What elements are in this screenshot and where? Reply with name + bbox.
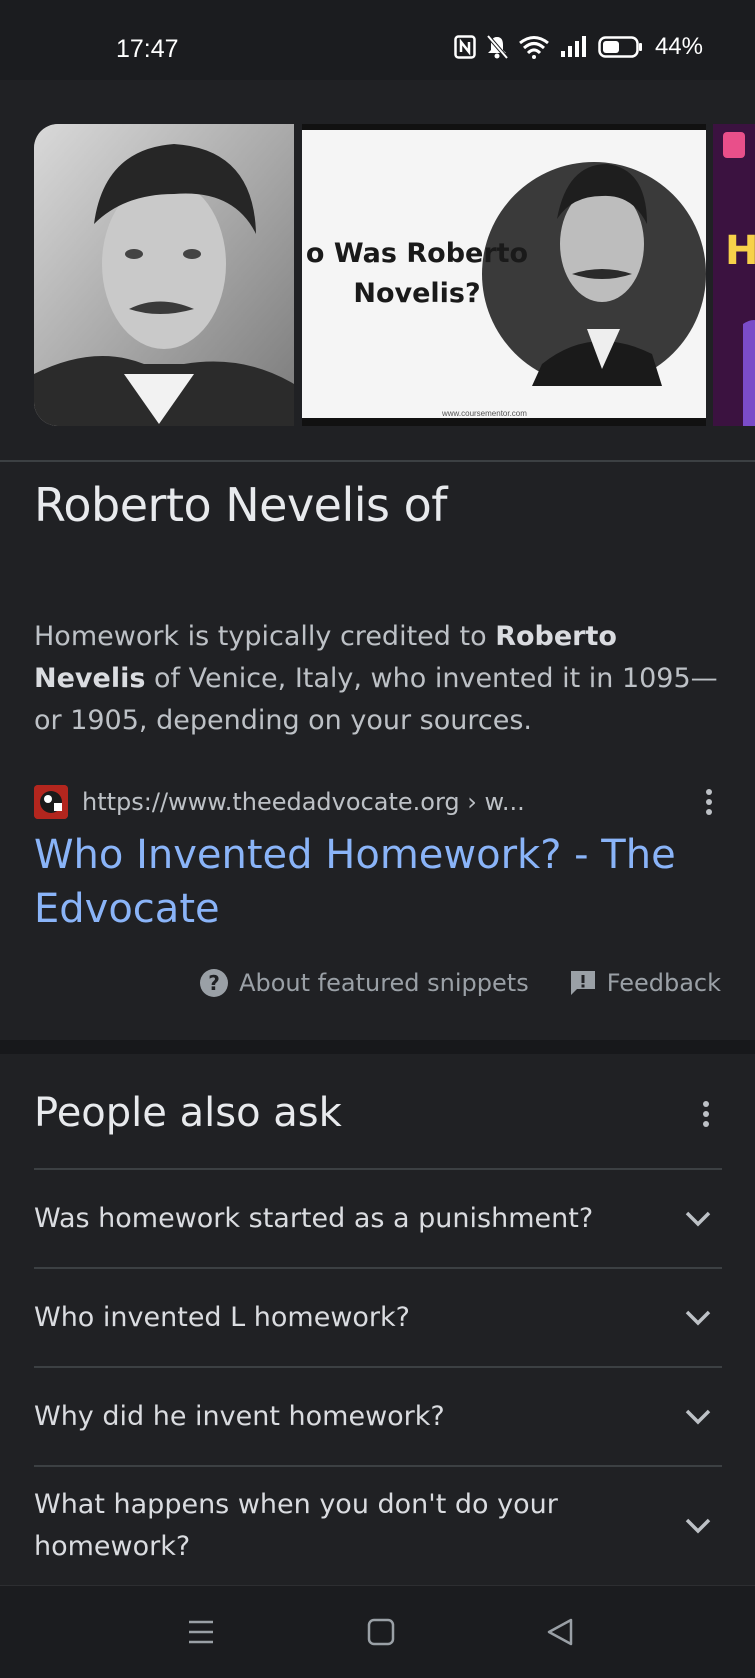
- thumbnail-caption: o Was Roberto Novelis?: [305, 238, 529, 309]
- status-time: 17:47: [116, 35, 179, 63]
- thumbnail-card-image[interactable]: o Was Roberto Novelis? www.coursementor.…: [302, 124, 706, 426]
- svg-text:H: H: [725, 228, 755, 274]
- help-icon: ?: [200, 969, 229, 997]
- wifi-icon: [519, 36, 549, 59]
- section-separator: [0, 1040, 755, 1054]
- paa-more-options-icon[interactable]: [691, 1096, 721, 1132]
- people-also-ask-list: Was homework started as a punishment? Wh…: [34, 1168, 722, 1585]
- paa-question-text: Who invented L homework?: [34, 1301, 410, 1333]
- chevron-down-icon: [685, 1310, 711, 1325]
- feedback-button[interactable]: Feedback: [569, 969, 721, 997]
- source-row[interactable]: https://www.theedadvocate.org › w...: [34, 784, 724, 820]
- feedback-icon: [570, 971, 595, 995]
- chevron-down-icon: [685, 1518, 711, 1534]
- status-bar: 17:47 44%: [0, 0, 755, 80]
- battery-percentage: 44%: [654, 33, 703, 60]
- image-carousel[interactable]: o Was Roberto Novelis? www.coursementor.…: [0, 124, 755, 426]
- paa-question[interactable]: What happens when you don't do your home…: [34, 1465, 722, 1585]
- paa-question[interactable]: Who invented L homework?: [34, 1267, 722, 1366]
- paa-question-text: What happens when you don't do your home…: [34, 1489, 558, 1562]
- back-icon[interactable]: [543, 1614, 579, 1650]
- navigation-bar: [0, 1585, 755, 1678]
- paa-question[interactable]: Why did he invent homework?: [34, 1366, 722, 1465]
- mute-icon: [486, 34, 509, 60]
- paa-question-text: Why did he invent homework?: [34, 1400, 445, 1432]
- partial-thumbnail-image[interactable]: H: [713, 124, 755, 426]
- divider: [0, 460, 755, 462]
- chevron-down-icon: [685, 1211, 711, 1226]
- status-icons: 44%: [454, 33, 703, 61]
- source-url: https://www.theedadvocate.org › w...: [82, 788, 525, 816]
- paa-question[interactable]: Was homework started as a punishment?: [34, 1168, 722, 1267]
- more-options-icon[interactable]: [694, 784, 724, 820]
- home-icon[interactable]: [363, 1614, 399, 1650]
- snippet-title: Roberto Nevelis of: [34, 478, 447, 532]
- paa-question-text: Was homework started as a punishment?: [34, 1202, 594, 1234]
- nfc-icon: [454, 35, 476, 59]
- snippet-text: Homework is typically credited to Robert…: [34, 621, 718, 736]
- portrait-image[interactable]: [34, 124, 294, 426]
- menu-icon[interactable]: [183, 1614, 219, 1650]
- signal-icon: [560, 36, 586, 57]
- battery-icon: [598, 36, 642, 58]
- about-snippets-label: About featured snippets: [239, 969, 529, 997]
- chevron-down-icon: [685, 1409, 711, 1424]
- feedback-label: Feedback: [606, 969, 721, 997]
- snippet-footer: ? About featured snippets Feedback: [199, 968, 721, 998]
- people-also-ask-title: People also ask: [34, 1090, 342, 1136]
- thumbnail-site: www.coursementor.com: [442, 409, 527, 418]
- about-snippets-button[interactable]: ? About featured snippets: [199, 968, 529, 998]
- site-favicon: [34, 785, 68, 819]
- result-link[interactable]: Who Invented Homework? - The Edvocate: [34, 828, 694, 936]
- svg-text:?: ?: [208, 971, 220, 995]
